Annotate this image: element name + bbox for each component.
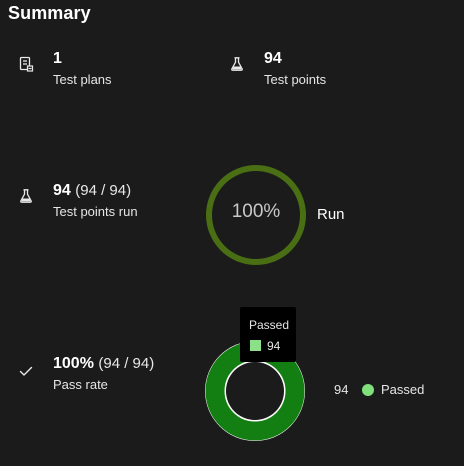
pass-donut-hole [226, 362, 284, 420]
beaker-icon [20, 189, 32, 203]
test-points-value: 94 [264, 50, 282, 67]
run-percent-value: 100% [231, 201, 281, 222]
test-plans-label: Test plans [53, 72, 112, 87]
pass-rate-label: Pass rate [53, 377, 108, 392]
pass-rate-detail: (94 / 94) [98, 355, 155, 372]
test-points-run-detail: (94 / 94) [75, 182, 132, 199]
tooltip-value: 94 [267, 339, 281, 353]
tooltip-title: Passed [249, 318, 290, 332]
pass-tooltip: Passed 94 [240, 307, 296, 362]
test-plan-icon [19, 56, 34, 72]
test-plans-value: 1 [53, 50, 62, 67]
test-points-run-label: Test points run [53, 204, 138, 219]
test-points-label: Test points [264, 72, 327, 87]
legend-passed-dot [362, 384, 374, 396]
run-label: Run [317, 206, 345, 223]
summary-title: Summary [8, 3, 91, 23]
tooltip-swatch [250, 340, 261, 351]
pass-rate-value: 100% (94 / 94) [53, 355, 155, 372]
checkmark-icon [19, 366, 33, 376]
test-points-run-value: 94 (94 / 94) [53, 182, 132, 199]
legend-passed-count: 94 [334, 382, 349, 397]
beaker-icon [231, 57, 243, 71]
legend-passed-label[interactable]: Passed [381, 382, 424, 397]
